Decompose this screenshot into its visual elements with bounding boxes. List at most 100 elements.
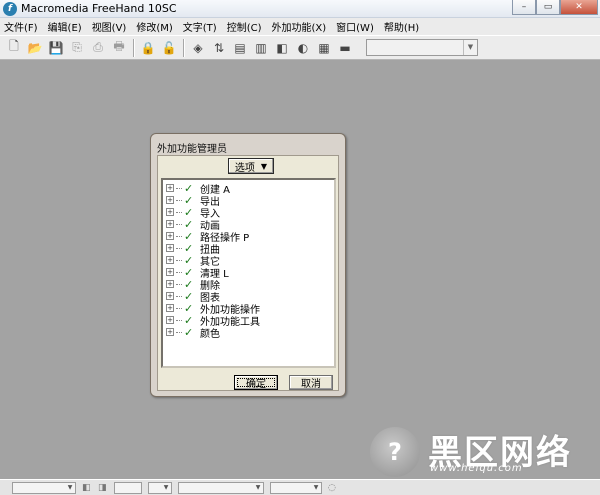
- tree-connector: [176, 271, 182, 273]
- tree-connector: [176, 259, 182, 261]
- menu-help[interactable]: 帮助(H): [384, 19, 419, 34]
- toolbar-separator: [183, 38, 185, 57]
- tree-item-label: 颜色: [200, 328, 220, 340]
- text-editor-icon[interactable]: ▤: [232, 40, 248, 56]
- expand-icon[interactable]: +: [166, 232, 174, 240]
- swatches-icon[interactable]: ▦: [316, 40, 332, 56]
- menu-window[interactable]: 窗口(W): [336, 19, 374, 34]
- tree-item[interactable]: + ✓ 创建 A: [166, 182, 334, 196]
- expand-icon[interactable]: +: [166, 304, 174, 312]
- export-icon[interactable]: ⎙: [90, 40, 106, 56]
- tree-connector: [176, 223, 182, 225]
- page-next-icon[interactable]: ◨: [98, 483, 108, 493]
- dialog-title: 外加功能管理员: [157, 144, 227, 155]
- toolbar-separator: [133, 38, 135, 57]
- chevron-down-icon: ▼: [313, 483, 319, 491]
- transform-icon[interactable]: ⇅: [211, 40, 227, 56]
- minimize-button[interactable]: –: [512, 0, 536, 15]
- watermark: ? 黑区网络 www.heiqu.com: [370, 425, 595, 480]
- tree-item[interactable]: + ✓ 扭曲: [166, 242, 334, 256]
- unlock-icon[interactable]: 🔓: [161, 40, 177, 56]
- status-units-select[interactable]: ▼: [270, 481, 322, 494]
- tree-connector: [176, 187, 182, 189]
- window-title: Macromedia FreeHand 10SC: [21, 2, 177, 15]
- expand-icon[interactable]: +: [166, 292, 174, 300]
- expand-icon[interactable]: +: [166, 280, 174, 288]
- tree-connector: [176, 319, 182, 321]
- status-zoom-field[interactable]: [114, 481, 142, 494]
- tree-connector: [176, 199, 182, 201]
- tree-item[interactable]: + ✓ 清理 L: [166, 266, 334, 280]
- menu-control[interactable]: 控制(C): [227, 19, 262, 34]
- expand-icon[interactable]: +: [166, 328, 174, 336]
- open-folder-icon[interactable]: 📂: [27, 40, 43, 56]
- xtras-tree[interactable]: + ✓ 创建 A + ✓ 导出 + ✓ 导入 + ✓ 动画 + ✓ 路径操作 P + ✓ 扭曲 + ✓ 其它 + ✓ 清理 L…: [161, 178, 336, 368]
- tree-item[interactable]: + ✓ 其它: [166, 254, 334, 268]
- tree-connector: [176, 295, 182, 297]
- maximize-button[interactable]: ▭: [536, 0, 560, 15]
- tree-connector: [176, 307, 182, 309]
- expand-icon[interactable]: +: [166, 256, 174, 264]
- window-controls: – ▭ ✕: [512, 0, 598, 15]
- menu-modify[interactable]: 修改(M): [136, 19, 172, 34]
- watermark-url: www.heiqu.com: [430, 463, 523, 474]
- menu-text[interactable]: 文字(T): [183, 19, 217, 34]
- status-page-select[interactable]: ▼: [12, 481, 76, 494]
- main-toolbar: 🗋 📂 💾 ⎘ ⎙ 🖶 🔒 🔓 ◈ ⇅ ▤ ▥ ◧ ◐ ▦ ▬ ▼: [0, 35, 600, 60]
- tree-item[interactable]: + ✓ 外加功能工具: [166, 314, 334, 328]
- library-icon[interactable]: ▥: [253, 40, 269, 56]
- tree-item[interactable]: + ✓ 颜色: [166, 326, 334, 340]
- expand-icon[interactable]: +: [166, 220, 174, 228]
- status-globe-icon: ◌: [328, 482, 336, 493]
- tree-item[interactable]: + ✓ 动画: [166, 218, 334, 232]
- menu-view[interactable]: 视图(V): [92, 19, 127, 34]
- expand-icon[interactable]: +: [166, 208, 174, 216]
- options-dropdown-button[interactable]: 选项 ▼: [228, 158, 274, 174]
- tree-connector: [176, 247, 182, 249]
- tree-connector: [176, 211, 182, 213]
- chevron-down-icon: ▼: [163, 483, 169, 491]
- ok-button[interactable]: 确定: [234, 375, 278, 390]
- tree-connector: [176, 331, 182, 333]
- tree-item[interactable]: + ✓ 路径操作 P: [166, 230, 334, 244]
- dialog-body: 选项 ▼ + ✓ 创建 A + ✓ 导出 + ✓ 导入 + ✓ 动画 + ✓ 路径操作 P + ✓ 扭曲 + ✓ 其它 +…: [157, 155, 339, 391]
- expand-icon[interactable]: +: [166, 316, 174, 324]
- status-view-mode[interactable]: ▼: [178, 481, 264, 494]
- menu-bar: 文件(F) 编辑(E) 视图(V) 修改(M) 文字(T) 控制(C) 外加功能…: [0, 18, 600, 35]
- chevron-down-icon: ▼: [67, 483, 73, 491]
- chevron-down-icon[interactable]: ▼: [463, 40, 477, 55]
- tree-connector: [176, 235, 182, 237]
- expand-icon[interactable]: +: [166, 244, 174, 252]
- align-icon[interactable]: ◈: [190, 40, 206, 56]
- status-bar: ▼ ◧ ◨ ▼ ▼ ▼ ◌: [0, 479, 600, 495]
- expand-icon[interactable]: +: [166, 184, 174, 192]
- menu-file[interactable]: 文件(F): [4, 19, 38, 34]
- tree-item[interactable]: + ✓ 删除: [166, 278, 334, 292]
- new-document-icon[interactable]: 🗋: [6, 39, 22, 56]
- page-prev-icon[interactable]: ◧: [82, 483, 92, 493]
- watermark-logo: ?: [370, 427, 420, 477]
- print-icon[interactable]: 🖶: [111, 39, 127, 56]
- status-zoom-select[interactable]: ▼: [148, 481, 172, 494]
- cancel-button[interactable]: 取消: [289, 375, 333, 390]
- chevron-down-icon: ▼: [255, 483, 261, 491]
- options-label: 选项: [234, 162, 255, 174]
- expand-icon[interactable]: +: [166, 196, 174, 204]
- xtras-manager-dialog: 外加功能管理员 选项 ▼ + ✓ 创建 A + ✓ 导出 + ✓ 导入 + ✓ 动画 + ✓ 路径操作 P +…: [150, 133, 346, 397]
- import-icon[interactable]: ⎘: [69, 40, 85, 56]
- expand-icon[interactable]: +: [166, 268, 174, 276]
- layers-icon[interactable]: ◧: [274, 40, 290, 56]
- tree-item[interactable]: + ✓ 导入: [166, 206, 334, 220]
- menu-edit[interactable]: 编辑(E): [48, 19, 82, 34]
- menu-xtras[interactable]: 外加功能(X): [272, 19, 327, 34]
- tree-item[interactable]: + ✓ 导出: [166, 194, 334, 208]
- save-icon[interactable]: 💾: [48, 40, 64, 56]
- window-title-bar: f Macromedia FreeHand 10SC – ▭ ✕: [0, 0, 600, 18]
- toolbar-dropdown[interactable]: ▼: [366, 39, 478, 56]
- freehand-app-icon: f: [3, 1, 17, 16]
- close-button[interactable]: ✕: [560, 0, 598, 15]
- stroke-icon[interactable]: ▬: [337, 40, 353, 56]
- checkmark-icon[interactable]: ✓: [184, 326, 194, 339]
- lock-icon[interactable]: 🔒: [140, 40, 156, 56]
- color-mixer-icon[interactable]: ◐: [295, 40, 311, 56]
